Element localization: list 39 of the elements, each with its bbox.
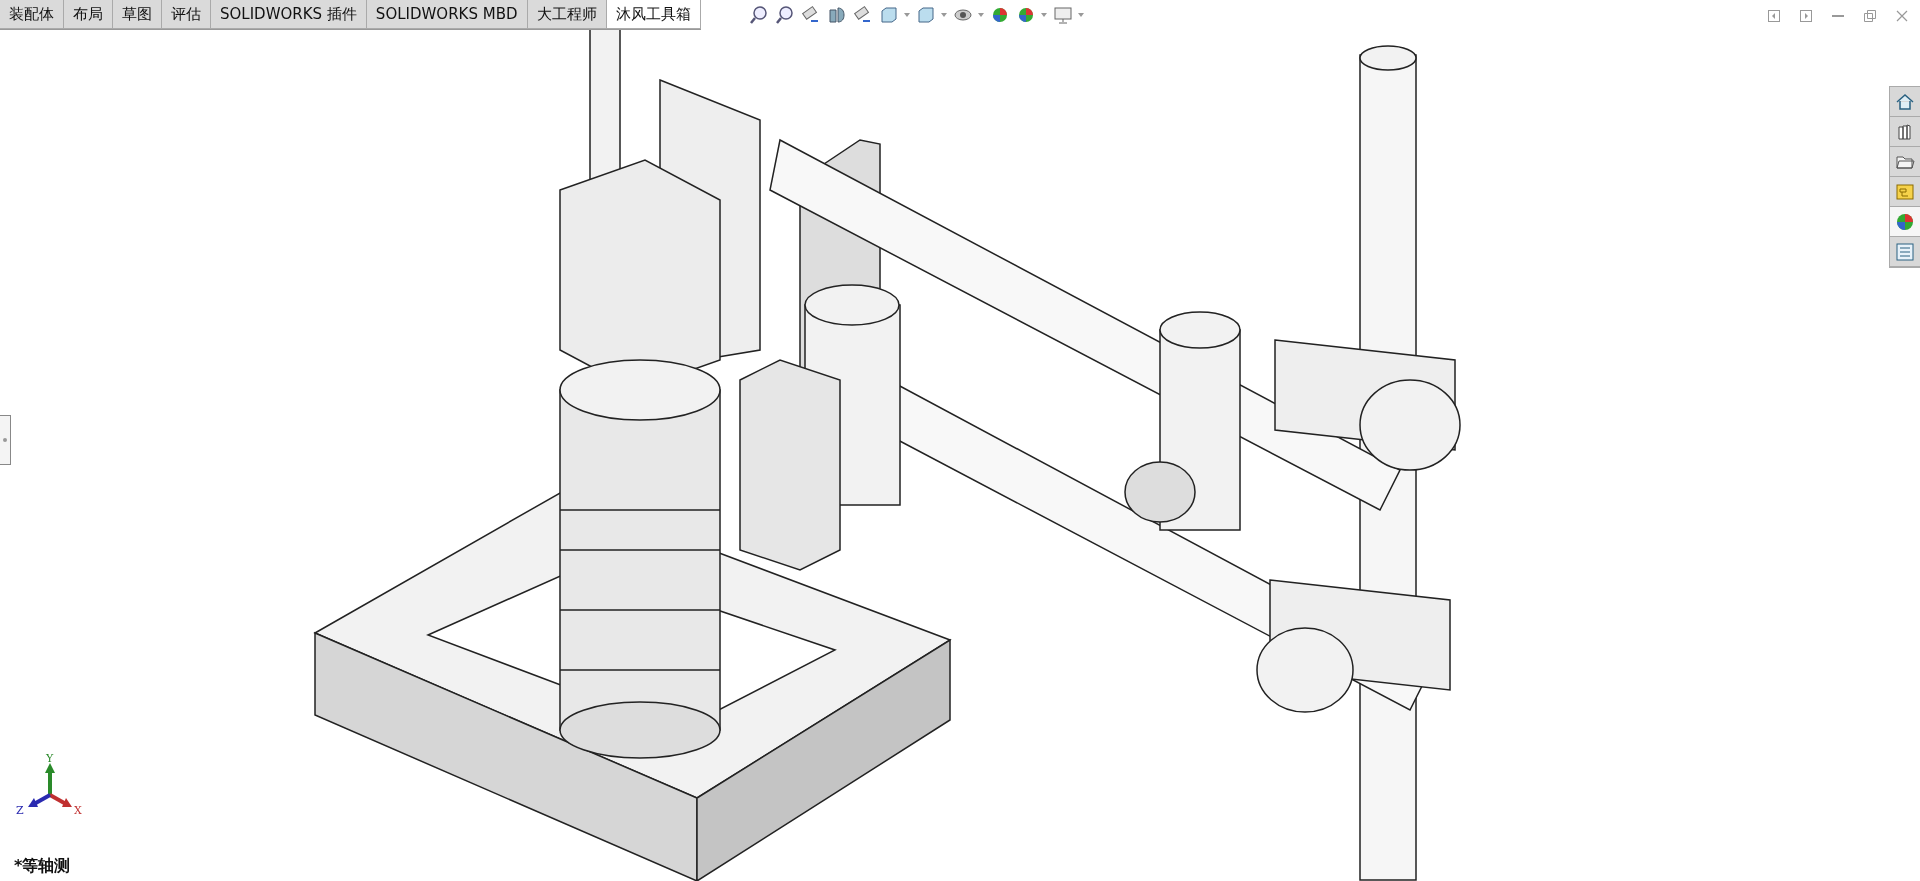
appearance-tab[interactable] bbox=[1890, 207, 1920, 237]
close-icon[interactable] bbox=[1896, 10, 1908, 22]
tile-right-icon[interactable] bbox=[1800, 10, 1812, 22]
restore-icon[interactable] bbox=[1864, 10, 1876, 22]
ribbon-tab[interactable]: 大工程师 bbox=[527, 0, 607, 29]
ribbon-tab[interactable]: 布局 bbox=[64, 0, 113, 29]
layout-icon bbox=[1895, 181, 1915, 202]
ribbon-tab[interactable]: SOLIDWORKS 插件 bbox=[211, 0, 367, 29]
panel-handle[interactable] bbox=[0, 415, 11, 465]
section-view-icon[interactable] bbox=[826, 5, 847, 25]
display-style-icon[interactable] bbox=[915, 5, 936, 25]
ribbon-tab[interactable]: 评估 bbox=[162, 0, 211, 29]
view-orientation-icon[interactable] bbox=[878, 5, 899, 25]
zoom-area-icon[interactable] bbox=[774, 5, 795, 25]
caret-icon[interactable] bbox=[1040, 13, 1047, 17]
minimize-icon[interactable] bbox=[1832, 14, 1844, 18]
list-icon bbox=[1895, 241, 1915, 262]
zoom-to-fit-icon[interactable] bbox=[748, 5, 769, 25]
color-ball-icon bbox=[1895, 211, 1915, 232]
ribbon-tab[interactable]: SOLIDWORKS MBD bbox=[366, 0, 528, 29]
caret-icon[interactable] bbox=[977, 13, 984, 17]
axis-triad-drawing bbox=[28, 763, 72, 807]
properties-tab[interactable] bbox=[1890, 237, 1920, 267]
folder-tab[interactable] bbox=[1890, 147, 1920, 177]
caret-icon[interactable] bbox=[940, 13, 947, 17]
library-tab[interactable] bbox=[1890, 117, 1920, 147]
house-icon bbox=[1895, 91, 1915, 112]
caret-icon[interactable] bbox=[1077, 13, 1084, 17]
axis-label: Y bbox=[46, 753, 54, 764]
axis-label: X bbox=[74, 805, 82, 816]
ribbon-tab[interactable]: 装配体 bbox=[0, 0, 64, 29]
caret-icon[interactable] bbox=[903, 13, 910, 17]
axis-label: Z bbox=[16, 805, 24, 816]
tile-left-icon[interactable] bbox=[1768, 10, 1780, 22]
home-tab[interactable] bbox=[1890, 87, 1920, 117]
view-orientation-label: *等轴测 bbox=[14, 856, 71, 877]
monitor-icon[interactable] bbox=[1052, 5, 1073, 25]
ribbon-tab[interactable]: 沐风工具箱 bbox=[606, 0, 701, 29]
ribbon-tab[interactable]: 草图 bbox=[113, 0, 162, 29]
